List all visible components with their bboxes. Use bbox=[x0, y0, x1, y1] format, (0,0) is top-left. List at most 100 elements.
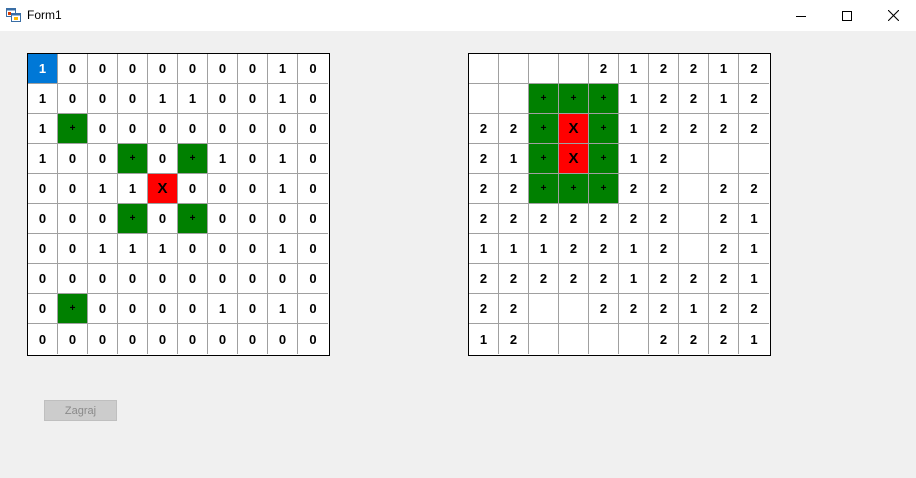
play-button[interactable]: Zagraj bbox=[44, 400, 117, 421]
player-board-cell[interactable]: 0 bbox=[58, 174, 88, 204]
opponent-board-cell[interactable]: 2 bbox=[499, 264, 529, 294]
player-board-cell[interactable]: 0 bbox=[118, 294, 148, 324]
player-board-cell[interactable]: 1 bbox=[148, 84, 178, 114]
player-board-cell[interactable]: 0 bbox=[88, 324, 118, 354]
player-board-cell[interactable]: 0 bbox=[298, 84, 328, 114]
player-board-cell[interactable]: 0 bbox=[208, 264, 238, 294]
opponent-board-cell[interactable]: 2 bbox=[709, 264, 739, 294]
opponent-board-cell[interactable] bbox=[469, 54, 499, 84]
player-board-cell[interactable]: 1 bbox=[28, 144, 58, 174]
opponent-board-cell[interactable]: 1 bbox=[709, 54, 739, 84]
player-board-cell[interactable]: 0 bbox=[268, 264, 298, 294]
player-board-cell[interactable]: 0 bbox=[238, 114, 268, 144]
player-board-cell[interactable]: 0 bbox=[58, 264, 88, 294]
opponent-board-cell[interactable] bbox=[499, 84, 529, 114]
opponent-board-cell[interactable]: 1 bbox=[739, 324, 769, 354]
opponent-board-cell[interactable]: 2 bbox=[709, 324, 739, 354]
opponent-board-cell[interactable]: 2 bbox=[649, 54, 679, 84]
player-board-cell[interactable]: 0 bbox=[238, 54, 268, 84]
opponent-board-cell[interactable] bbox=[499, 54, 529, 84]
player-board-cell[interactable]: 0 bbox=[298, 174, 328, 204]
opponent-board-cell[interactable]: 2 bbox=[589, 264, 619, 294]
opponent-board-cell[interactable]: 2 bbox=[739, 114, 769, 144]
player-board-cell[interactable]: 0 bbox=[238, 84, 268, 114]
opponent-board-cell[interactable]: 1 bbox=[499, 234, 529, 264]
player-board-cell[interactable]: 0 bbox=[208, 204, 238, 234]
opponent-board-cell[interactable]: 1 bbox=[619, 264, 649, 294]
opponent-board-cell[interactable]: + bbox=[529, 84, 559, 114]
player-board-cell[interactable]: 0 bbox=[298, 204, 328, 234]
opponent-board-cell[interactable]: 2 bbox=[469, 204, 499, 234]
opponent-board-cell[interactable]: 2 bbox=[469, 264, 499, 294]
player-board-cell[interactable]: 0 bbox=[298, 54, 328, 84]
opponent-board-cell[interactable]: 2 bbox=[469, 174, 499, 204]
player-board-cell[interactable]: 0 bbox=[148, 264, 178, 294]
player-board-cell[interactable]: 0 bbox=[298, 114, 328, 144]
opponent-board-cell[interactable] bbox=[559, 294, 589, 324]
player-board-cell[interactable]: 0 bbox=[298, 324, 328, 354]
opponent-board-cell[interactable]: 2 bbox=[619, 174, 649, 204]
player-board-cell[interactable]: 0 bbox=[148, 114, 178, 144]
opponent-board-cell[interactable]: 2 bbox=[679, 84, 709, 114]
player-board-cell[interactable]: + bbox=[118, 204, 148, 234]
player-board-cell[interactable]: 0 bbox=[118, 264, 148, 294]
opponent-board-cell[interactable] bbox=[679, 204, 709, 234]
opponent-board-cell[interactable]: X bbox=[559, 114, 589, 144]
opponent-board-cell[interactable]: 2 bbox=[679, 54, 709, 84]
player-board-cell[interactable]: 0 bbox=[58, 234, 88, 264]
player-board-cell[interactable]: 1 bbox=[178, 84, 208, 114]
opponent-board-cell[interactable]: 2 bbox=[469, 144, 499, 174]
player-board-cell[interactable]: 1 bbox=[268, 144, 298, 174]
opponent-board-cell[interactable]: 2 bbox=[679, 114, 709, 144]
opponent-board-cell[interactable]: 2 bbox=[649, 144, 679, 174]
opponent-board-cell[interactable]: 2 bbox=[619, 294, 649, 324]
opponent-board-cell[interactable]: 1 bbox=[619, 114, 649, 144]
player-board-cell[interactable]: 0 bbox=[58, 204, 88, 234]
player-board-cell[interactable]: + bbox=[178, 204, 208, 234]
player-board-cell[interactable]: 0 bbox=[298, 264, 328, 294]
opponent-board-cell[interactable]: 2 bbox=[709, 294, 739, 324]
opponent-board-cell[interactable] bbox=[589, 324, 619, 354]
player-board-cell[interactable]: 0 bbox=[208, 84, 238, 114]
player-board-cell[interactable]: 1 bbox=[268, 84, 298, 114]
player-board-cell[interactable]: 0 bbox=[238, 204, 268, 234]
player-board-cell[interactable]: + bbox=[118, 144, 148, 174]
minimize-button[interactable] bbox=[778, 0, 824, 31]
opponent-board-cell[interactable]: 2 bbox=[679, 324, 709, 354]
player-board-cell[interactable]: 0 bbox=[298, 144, 328, 174]
player-board-cell[interactable]: 0 bbox=[118, 324, 148, 354]
opponent-board-cell[interactable] bbox=[679, 144, 709, 174]
player-board-cell[interactable]: 0 bbox=[28, 324, 58, 354]
player-board-cell[interactable]: 0 bbox=[28, 174, 58, 204]
player-board-cell[interactable]: 0 bbox=[178, 264, 208, 294]
opponent-board-cell[interactable]: 1 bbox=[529, 234, 559, 264]
player-board-cell[interactable]: 0 bbox=[268, 114, 298, 144]
player-board-cell[interactable]: 0 bbox=[178, 174, 208, 204]
opponent-board-cell[interactable]: 2 bbox=[709, 234, 739, 264]
opponent-board-cell[interactable]: 2 bbox=[739, 84, 769, 114]
player-board-cell[interactable]: 1 bbox=[268, 234, 298, 264]
opponent-board-cell[interactable]: 2 bbox=[469, 294, 499, 324]
player-board-cell[interactable]: 0 bbox=[238, 144, 268, 174]
player-board-cell[interactable]: 0 bbox=[178, 54, 208, 84]
opponent-board-cell[interactable]: + bbox=[589, 174, 619, 204]
opponent-board-cell[interactable]: 1 bbox=[469, 324, 499, 354]
opponent-board-cell[interactable]: 2 bbox=[499, 204, 529, 234]
opponent-board-cell[interactable]: 2 bbox=[559, 234, 589, 264]
opponent-board-cell[interactable]: + bbox=[589, 84, 619, 114]
opponent-board-cell[interactable]: + bbox=[529, 114, 559, 144]
player-board-cell[interactable]: 0 bbox=[118, 114, 148, 144]
player-board-cell[interactable]: 0 bbox=[148, 54, 178, 84]
player-board-cell[interactable]: 1 bbox=[88, 234, 118, 264]
opponent-board-cell[interactable]: 2 bbox=[739, 54, 769, 84]
player-board-cell[interactable]: 0 bbox=[118, 84, 148, 114]
opponent-board-cell[interactable]: 2 bbox=[559, 204, 589, 234]
opponent-board-cell[interactable]: 2 bbox=[619, 204, 649, 234]
opponent-board-cell[interactable]: 1 bbox=[619, 84, 649, 114]
player-board-cell[interactable]: 0 bbox=[88, 294, 118, 324]
opponent-board-cell[interactable]: + bbox=[559, 174, 589, 204]
player-board-cell[interactable]: 0 bbox=[88, 204, 118, 234]
player-board-cell[interactable]: 0 bbox=[208, 54, 238, 84]
opponent-board-cell[interactable] bbox=[559, 324, 589, 354]
player-board-cell[interactable]: 0 bbox=[88, 144, 118, 174]
